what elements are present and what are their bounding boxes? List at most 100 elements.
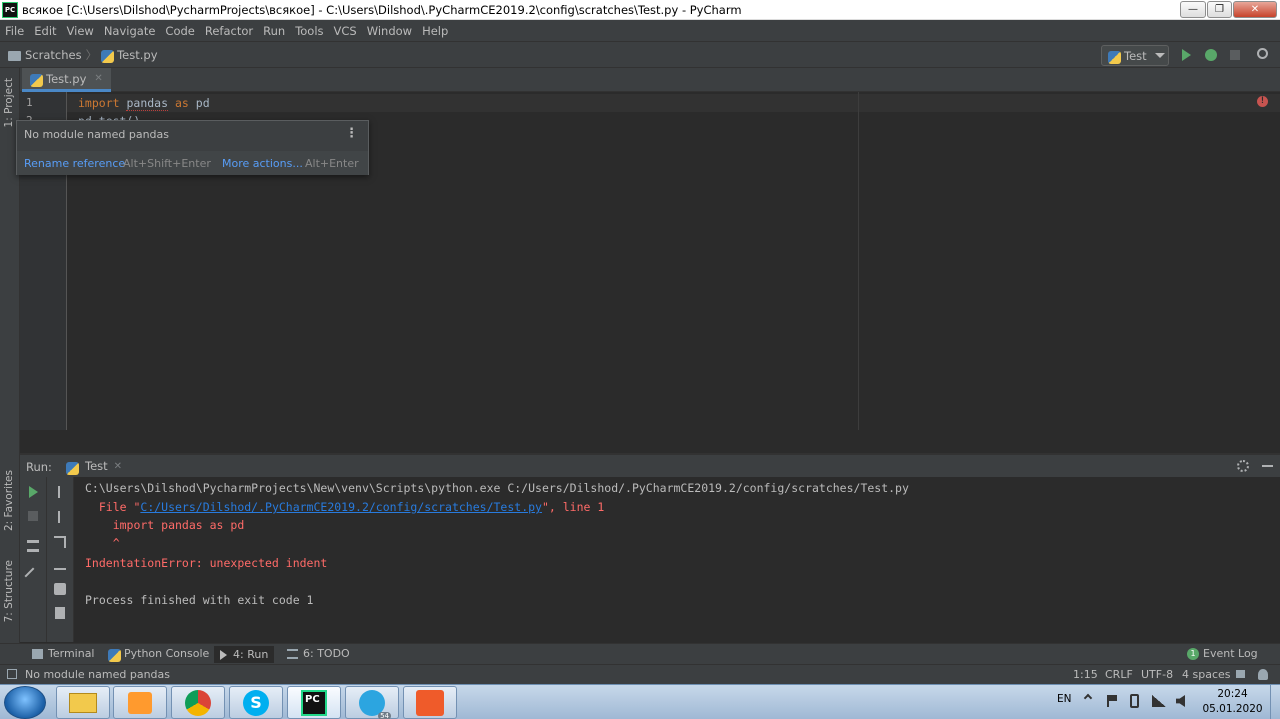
terminal-tool-button[interactable]: Terminal xyxy=(32,647,95,660)
python-icon xyxy=(1108,51,1121,64)
right-margin-guide xyxy=(858,92,859,430)
system-clock[interactable]: 20:24 05.01.2020 xyxy=(1195,687,1270,717)
minimize-button[interactable]: — xyxy=(1180,1,1206,18)
show-desktop-button[interactable] xyxy=(1270,685,1280,719)
run-tab-test[interactable]: Test ✕ xyxy=(66,459,122,475)
editor-tabs: Test.py ✕ xyxy=(20,68,1280,92)
project-tool-button[interactable]: 1: Project xyxy=(3,78,15,127)
close-tab-icon[interactable]: ✕ xyxy=(94,73,102,84)
show-hidden-icons-icon[interactable] xyxy=(1083,693,1093,703)
terminal-icon xyxy=(32,648,43,659)
hide-panel-icon[interactable] xyxy=(1262,465,1273,467)
volume-icon[interactable] xyxy=(1176,695,1185,707)
file-path-link[interactable]: C:/Users/Dilshod/.PyCharmCE2019.2/config… xyxy=(140,500,542,514)
menu-refactor[interactable]: Refactor xyxy=(200,24,258,38)
up-arrow-icon[interactable] xyxy=(58,486,60,498)
menu-vcs[interactable]: VCS xyxy=(329,24,362,38)
breadcrumb-scratches[interactable]: Scratches xyxy=(25,48,82,62)
folder-icon xyxy=(69,692,97,713)
menu-navigate[interactable]: Navigate xyxy=(99,24,161,38)
menu-file[interactable]: File xyxy=(0,24,29,38)
taskbar-media-player[interactable] xyxy=(113,686,167,719)
rerun-icon[interactable] xyxy=(29,486,38,498)
taskbar-skype[interactable]: S xyxy=(229,686,283,719)
restore-layout-icon[interactable] xyxy=(27,540,39,552)
taskbar-explorer[interactable] xyxy=(56,686,110,719)
trash-icon[interactable] xyxy=(55,607,65,619)
panel-splitter[interactable] xyxy=(20,430,1280,454)
terminal-label: Terminal xyxy=(48,647,95,660)
lock-icon[interactable] xyxy=(1236,670,1245,678)
event-log-tool-button[interactable]: 1 Event Log xyxy=(1187,647,1258,660)
taskbar-pycharm[interactable]: PC xyxy=(287,686,341,719)
breadcrumb-separator: 〉 xyxy=(85,47,98,62)
chevron-down-icon xyxy=(1154,53,1165,58)
debug-icon[interactable] xyxy=(1205,49,1217,61)
breadcrumb-file[interactable]: Test.py xyxy=(117,48,157,62)
menu-help[interactable]: Help xyxy=(417,24,453,38)
start-button[interactable] xyxy=(4,686,46,719)
stop-icon[interactable] xyxy=(28,511,38,521)
module-name-unresolved: pandas xyxy=(126,96,169,111)
toggle-tool-windows-icon[interactable] xyxy=(7,669,17,679)
pin-icon[interactable] xyxy=(24,567,42,585)
keyword-import: import xyxy=(78,96,120,110)
clock-time: 20:24 xyxy=(1217,688,1248,700)
python-console-tool-button[interactable]: Python Console xyxy=(108,647,209,662)
more-options-icon[interactable]: ⋮ xyxy=(345,126,358,141)
run-console[interactable]: C:\Users\Dilshod\PycharmProjects\New\ven… xyxy=(74,477,1280,642)
menu-edit[interactable]: Edit xyxy=(29,24,61,38)
language-indicator[interactable]: EN xyxy=(1057,693,1072,705)
run-toolbar-primary xyxy=(20,477,47,642)
stop-icon[interactable] xyxy=(1230,50,1240,60)
file-suffix: ", line 1 xyxy=(541,500,605,514)
run-tool-button[interactable]: 4: Run xyxy=(214,646,275,663)
caret-position[interactable]: 1:15 xyxy=(1073,668,1098,681)
menu-tools[interactable]: Tools xyxy=(290,24,328,38)
close-button[interactable]: ✕ xyxy=(1233,1,1277,18)
maximize-button[interactable]: ❐ xyxy=(1207,1,1232,18)
pycharm-app-icon: PC xyxy=(2,1,18,18)
taskbar-chrome[interactable] xyxy=(171,686,225,719)
todo-tool-button[interactable]: 6: TODO xyxy=(287,647,350,660)
navigation-bar: Scratches 〉 Test.py Test xyxy=(0,41,1280,68)
battery-icon[interactable] xyxy=(1130,694,1139,708)
indent-settings[interactable]: 4 spaces xyxy=(1182,668,1231,681)
menu-window[interactable]: Window xyxy=(362,24,417,38)
down-arrow-icon[interactable] xyxy=(58,511,60,523)
gear-icon[interactable] xyxy=(1237,460,1249,472)
file-encoding[interactable]: UTF-8 xyxy=(1141,668,1173,681)
more-actions-link[interactable]: More actions... xyxy=(222,157,303,170)
caret-line-highlight xyxy=(67,94,1280,112)
run-panel-header: Run: Test ✕ xyxy=(20,454,1280,477)
taskbar-app-rocket[interactable] xyxy=(403,686,457,719)
telegram-unread-badge: 54 xyxy=(378,711,391,719)
rename-reference-link[interactable]: Rename reference xyxy=(24,157,125,170)
action-center-flag-icon[interactable] xyxy=(1107,695,1117,707)
popup-actions: Rename reference Alt+Shift+Enter More ac… xyxy=(17,151,368,175)
editor-tab-label: Test.py xyxy=(46,71,87,86)
inspector-icon[interactable] xyxy=(1258,669,1268,680)
popup-message: No module named pandas xyxy=(24,128,169,141)
taskbar-telegram[interactable]: 54 xyxy=(345,686,399,719)
menu-run[interactable]: Run xyxy=(258,24,290,38)
line-separator[interactable]: CRLF xyxy=(1105,668,1133,681)
structure-tool-button[interactable]: 7: Structure xyxy=(3,560,15,622)
rocket-app-icon xyxy=(416,689,444,716)
menu-view[interactable]: View xyxy=(62,24,99,38)
run-configuration-select[interactable]: Test xyxy=(1101,45,1169,66)
close-tab-icon[interactable]: ✕ xyxy=(114,461,122,472)
soft-wrap-icon[interactable] xyxy=(54,536,66,548)
run-toolbar-secondary xyxy=(47,477,74,642)
editor-tab-test-py[interactable]: Test.py ✕ xyxy=(22,68,111,92)
error-indicator-icon[interactable]: ! xyxy=(1257,96,1268,107)
run-label: Run: xyxy=(26,460,52,474)
menu-code[interactable]: Code xyxy=(160,24,199,38)
print-icon[interactable] xyxy=(54,583,66,595)
search-icon[interactable] xyxy=(1257,48,1268,59)
scroll-to-end-icon[interactable] xyxy=(54,558,66,570)
favorites-tool-button[interactable]: 2: Favorites xyxy=(3,470,15,531)
network-icon[interactable] xyxy=(1152,695,1166,707)
console-caret-line: ^ xyxy=(85,536,120,550)
run-icon[interactable] xyxy=(1182,49,1191,61)
